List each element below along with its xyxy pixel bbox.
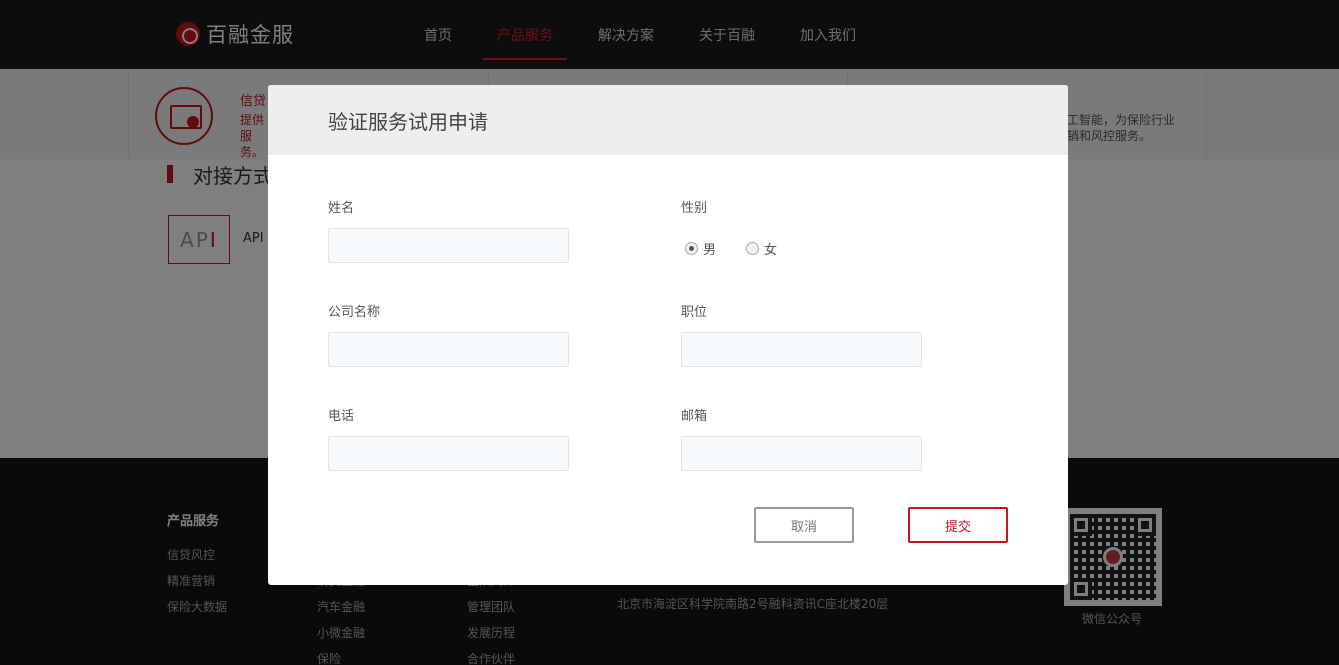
phone-input[interactable]: [328, 436, 569, 471]
radio-checked-icon: [685, 242, 698, 255]
position-input[interactable]: [681, 332, 922, 367]
modal-header: 验证服务试用申请: [268, 85, 1068, 155]
gender-radio-male[interactable]: 男: [685, 239, 716, 258]
gender-radio-female[interactable]: 女: [746, 239, 777, 258]
email-input[interactable]: [681, 436, 922, 471]
phone-label: 电话: [328, 409, 355, 424]
modal-title: 验证服务试用申请: [328, 109, 488, 134]
email-label: 邮箱: [681, 409, 708, 424]
position-label: 职位: [681, 305, 708, 320]
submit-button[interactable]: 提交: [908, 507, 1008, 543]
company-label: 公司名称: [328, 305, 381, 320]
gender-option-label: 男: [703, 243, 717, 258]
cancel-button[interactable]: 取消: [754, 507, 854, 543]
name-input[interactable]: [328, 228, 569, 263]
trial-application-modal: 验证服务试用申请 姓名 性别 男 女 公司名称 职位 电话 邮箱 取消 提交: [268, 85, 1068, 585]
radio-unchecked-icon: [746, 242, 759, 255]
gender-option-label: 女: [764, 243, 778, 258]
company-input[interactable]: [328, 332, 569, 367]
name-label: 姓名: [328, 201, 355, 216]
gender-label: 性别: [681, 201, 708, 216]
